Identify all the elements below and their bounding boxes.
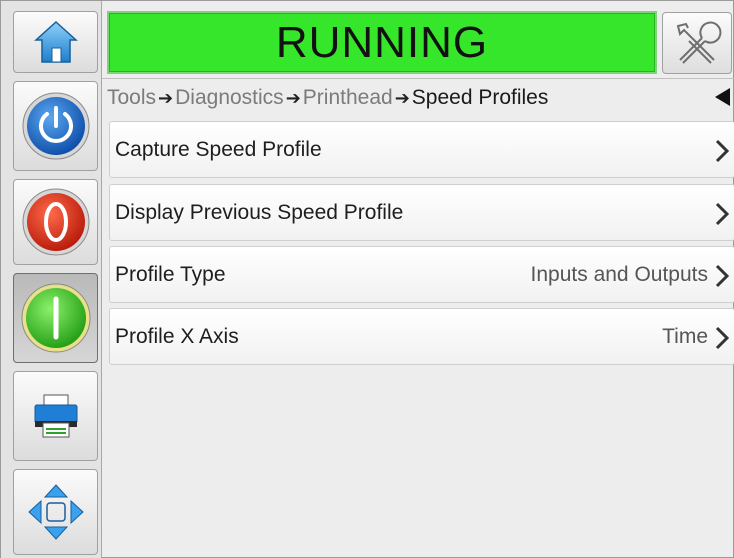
menu-item-label: Profile Type: [115, 262, 226, 286]
chevron-right-icon: [715, 326, 730, 350]
printer-icon: [34, 394, 77, 438]
stop-icon: [22, 188, 89, 256]
tools-icon: [676, 21, 722, 64]
start-button[interactable]: [13, 273, 98, 363]
menu-item-profile-x-axis[interactable]: Profile X Axis Time: [109, 308, 734, 365]
left-rail: [1, 1, 102, 558]
breadcrumb-item-tools[interactable]: Tools: [107, 86, 156, 110]
screen: RUNNING Tools ➔ Diagnostics ➔ Printhead …: [0, 0, 734, 558]
menu-item-profile-type[interactable]: Profile Type Inputs and Outputs: [109, 246, 734, 303]
menu-item-label: Display Previous Speed Profile: [115, 200, 404, 224]
chevron-right-icon: [715, 264, 730, 288]
home-button[interactable]: [13, 11, 98, 73]
power-icon: [22, 92, 89, 160]
breadcrumb-separator: ➔: [394, 87, 410, 108]
breadcrumb-separator: ➔: [285, 87, 301, 108]
navigation-arrows-icon: [27, 484, 84, 540]
menu-item-label: Capture Speed Profile: [115, 137, 322, 161]
stop-button[interactable]: [13, 179, 98, 265]
breadcrumb-item-printhead[interactable]: Printhead: [303, 86, 393, 110]
status-banner: RUNNING: [107, 11, 657, 74]
menu-item-value: Inputs and Outputs: [530, 262, 708, 286]
header-divider: [102, 78, 734, 79]
chevron-right-icon: [715, 139, 730, 163]
home-icon: [33, 20, 78, 63]
menu-item-label: Profile X Axis: [115, 324, 239, 348]
breadcrumb-current: Speed Profiles: [411, 86, 549, 109]
breadcrumb: Tools ➔ Diagnostics ➔ Printhead ➔ Speed …: [107, 85, 548, 111]
power-button[interactable]: [13, 81, 98, 171]
chevron-right-icon: [715, 202, 730, 226]
breadcrumb-separator: ➔: [158, 87, 174, 108]
print-button[interactable]: [13, 371, 98, 461]
back-arrow-icon: [715, 88, 730, 106]
navigate-button[interactable]: [13, 469, 98, 555]
tools-button[interactable]: [662, 12, 732, 74]
menu-item-value: Time: [662, 324, 708, 348]
breadcrumb-item-diagnostics[interactable]: Diagnostics: [175, 86, 284, 110]
menu-item-display-previous-speed-profile[interactable]: Display Previous Speed Profile: [109, 184, 734, 241]
start-icon: [21, 283, 90, 353]
back-button[interactable]: [711, 86, 733, 108]
menu-item-capture-speed-profile[interactable]: Capture Speed Profile: [109, 121, 734, 178]
